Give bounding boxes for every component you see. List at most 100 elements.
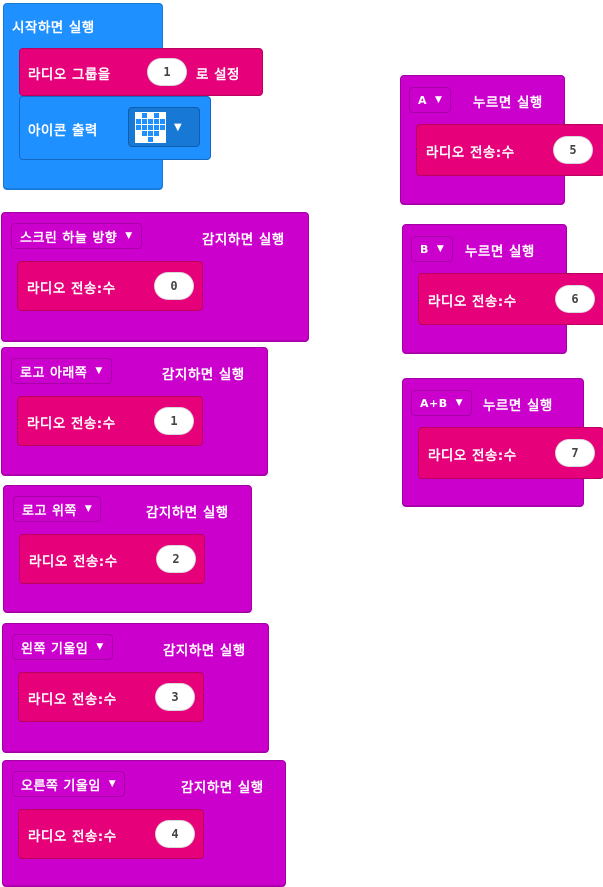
chevron-down-icon: ▼ — [436, 244, 445, 254]
radio-send-number-label: 라디오 전송:수 — [428, 448, 517, 464]
radio-send-number-block[interactable]: 라디오 전송:수 0 — [17, 261, 203, 311]
button-dropdown-value: A+B — [420, 396, 448, 410]
gesture-dropdown[interactable]: 스크린 하늘 방향 ▼ — [11, 223, 142, 249]
gesture-event-label: 감지하면 실행 — [163, 643, 246, 659]
on-gesture-block[interactable]: 오른쪽 기울임 ▼ 감지하면 실행 라디오 전송:수 4 — [2, 760, 286, 887]
radio-group-value-input[interactable]: 1 — [147, 58, 187, 86]
led-pixel — [142, 130, 147, 136]
chevron-down-icon: ▼ — [455, 398, 464, 408]
led-pixel — [136, 130, 141, 136]
show-icon-label: 아이콘 출력 — [28, 123, 98, 139]
radio-send-number-block[interactable]: 라디오 전송:수 1 — [17, 396, 203, 446]
gesture-dropdown-value: 로고 위쪽 — [22, 503, 77, 519]
show-icon-block[interactable]: 아이콘 출력 ▼ — [19, 96, 211, 160]
led-pixel — [136, 136, 141, 142]
on-gesture-block[interactable]: 스크린 하늘 방향 ▼ 감지하면 실행 라디오 전송:수 0 — [1, 212, 309, 342]
radio-set-group-label: 라디오 그룹을 — [28, 67, 111, 83]
radio-send-value-input[interactable]: 0 — [154, 272, 194, 300]
gesture-dropdown-value: 오른쪽 기울임 — [21, 778, 101, 794]
radio-send-number-label: 라디오 전송:수 — [28, 829, 117, 845]
led-pixel — [154, 124, 159, 130]
radio-send-number-block[interactable]: 라디오 전송:수 2 — [19, 534, 205, 584]
radio-send-number-label: 라디오 전송:수 — [27, 416, 116, 432]
button-event-label: 누르면 실행 — [465, 244, 535, 260]
led-pixel — [154, 112, 159, 118]
led-pixel — [148, 124, 153, 130]
button-dropdown-value: A — [418, 93, 428, 107]
led-pixel — [148, 136, 153, 142]
chevron-down-icon: ▼ — [435, 95, 443, 105]
led-pixel — [148, 112, 153, 118]
gesture-dropdown[interactable]: 왼쪽 기울임 ▼ — [12, 634, 113, 660]
led-pixel — [142, 136, 147, 142]
on-button-pressed-block[interactable]: A ▼ 누르면 실행 라디오 전송:수 5 — [400, 75, 603, 205]
led-pixel — [160, 112, 165, 118]
led-pixel — [136, 118, 141, 124]
gesture-dropdown[interactable]: 로고 위쪽 ▼ — [13, 496, 102, 522]
button-dropdown-value: B — [420, 242, 429, 256]
led-pixel — [154, 118, 159, 124]
radio-set-group-block[interactable]: 라디오 그룹을 1 로 설정 — [19, 48, 263, 96]
radio-send-number-label: 라디오 전송:수 — [28, 692, 117, 708]
led-pixel — [160, 136, 165, 142]
radio-send-number-label: 라디오 전송:수 — [426, 145, 515, 161]
gesture-event-label: 감지하면 실행 — [181, 780, 264, 796]
led-pixel — [142, 112, 147, 118]
radio-send-number-block[interactable]: 라디오 전송:수 5 — [416, 124, 603, 176]
radio-send-number-label: 라디오 전송:수 — [428, 294, 517, 310]
gesture-dropdown-value: 로고 아래쪽 — [20, 365, 88, 381]
radio-send-value-input[interactable]: 5 — [553, 136, 593, 164]
led-pixel — [154, 130, 159, 136]
gesture-event-label: 감지하면 실행 — [162, 367, 245, 383]
radio-send-value-input[interactable]: 7 — [555, 439, 595, 467]
on-gesture-block[interactable]: 왼쪽 기울임 ▼ 감지하면 실행 라디오 전송:수 3 — [2, 623, 269, 753]
radio-send-number-block[interactable]: 라디오 전송:수 6 — [418, 273, 603, 325]
gesture-event-label: 감지하면 실행 — [146, 505, 229, 521]
on-start-block[interactable]: 시작하면 실행 라디오 그룹을 1 로 설정 아이콘 출력 ▼ — [3, 3, 263, 190]
button-dropdown[interactable]: B ▼ — [411, 236, 454, 262]
on-start-label: 시작하면 실행 — [12, 20, 95, 36]
on-gesture-block[interactable]: 로고 위쪽 ▼ 감지하면 실행 라디오 전송:수 2 — [3, 485, 252, 613]
led-pixel — [160, 124, 165, 130]
radio-set-group-suffix: 로 설정 — [196, 67, 240, 83]
chevron-down-icon: ▼ — [108, 779, 117, 789]
radio-send-value-input[interactable]: 6 — [555, 285, 595, 313]
radio-send-number-block[interactable]: 라디오 전송:수 4 — [18, 809, 204, 859]
on-button-pressed-block[interactable]: A+B ▼ 누르면 실행 라디오 전송:수 7 — [402, 378, 603, 507]
led-pixel — [148, 130, 153, 136]
led-pixel — [142, 124, 147, 130]
led-pixel — [142, 118, 147, 124]
icon-dropdown[interactable]: ▼ — [128, 107, 200, 147]
button-event-label: 누르면 실행 — [483, 398, 553, 414]
on-gesture-block[interactable]: 로고 아래쪽 ▼ 감지하면 실행 라디오 전송:수 1 — [1, 347, 268, 476]
on-button-pressed-block[interactable]: B ▼ 누르면 실행 라디오 전송:수 6 — [402, 224, 603, 354]
chevron-down-icon: ▼ — [125, 231, 133, 241]
radio-send-number-label: 라디오 전송:수 — [29, 554, 118, 570]
led-pixel — [160, 118, 165, 124]
led-pixel — [160, 130, 165, 136]
radio-send-value-input[interactable]: 4 — [155, 820, 195, 848]
gesture-dropdown[interactable]: 로고 아래쪽 ▼ — [11, 358, 112, 384]
button-dropdown[interactable]: A ▼ — [409, 87, 452, 113]
radio-send-value-input[interactable]: 3 — [155, 683, 195, 711]
led-pixel — [136, 112, 141, 118]
chevron-down-icon: ▼ — [95, 366, 103, 376]
button-dropdown[interactable]: A+B ▼ — [411, 390, 473, 416]
led-pixel — [136, 124, 141, 130]
heart-icon — [135, 111, 166, 143]
radio-send-number-block[interactable]: 라디오 전송:수 7 — [418, 427, 603, 479]
chevron-down-icon: ▼ — [96, 642, 104, 652]
gesture-event-label: 감지하면 실행 — [202, 232, 285, 248]
radio-send-number-label: 라디오 전송:수 — [27, 281, 116, 297]
radio-send-value-input[interactable]: 2 — [156, 545, 196, 573]
led-pixel — [154, 136, 159, 142]
chevron-down-icon: ▼ — [84, 504, 93, 514]
button-event-label: 누르면 실행 — [473, 95, 543, 111]
gesture-dropdown[interactable]: 오른쪽 기울임 ▼ — [12, 771, 126, 797]
chevron-down-icon: ▼ — [174, 121, 182, 133]
gesture-dropdown-value: 왼쪽 기울임 — [21, 641, 89, 657]
led-pixel — [148, 118, 153, 124]
radio-send-value-input[interactable]: 1 — [154, 407, 194, 435]
gesture-dropdown-value: 스크린 하늘 방향 — [20, 230, 118, 246]
radio-send-number-block[interactable]: 라디오 전송:수 3 — [18, 672, 204, 722]
